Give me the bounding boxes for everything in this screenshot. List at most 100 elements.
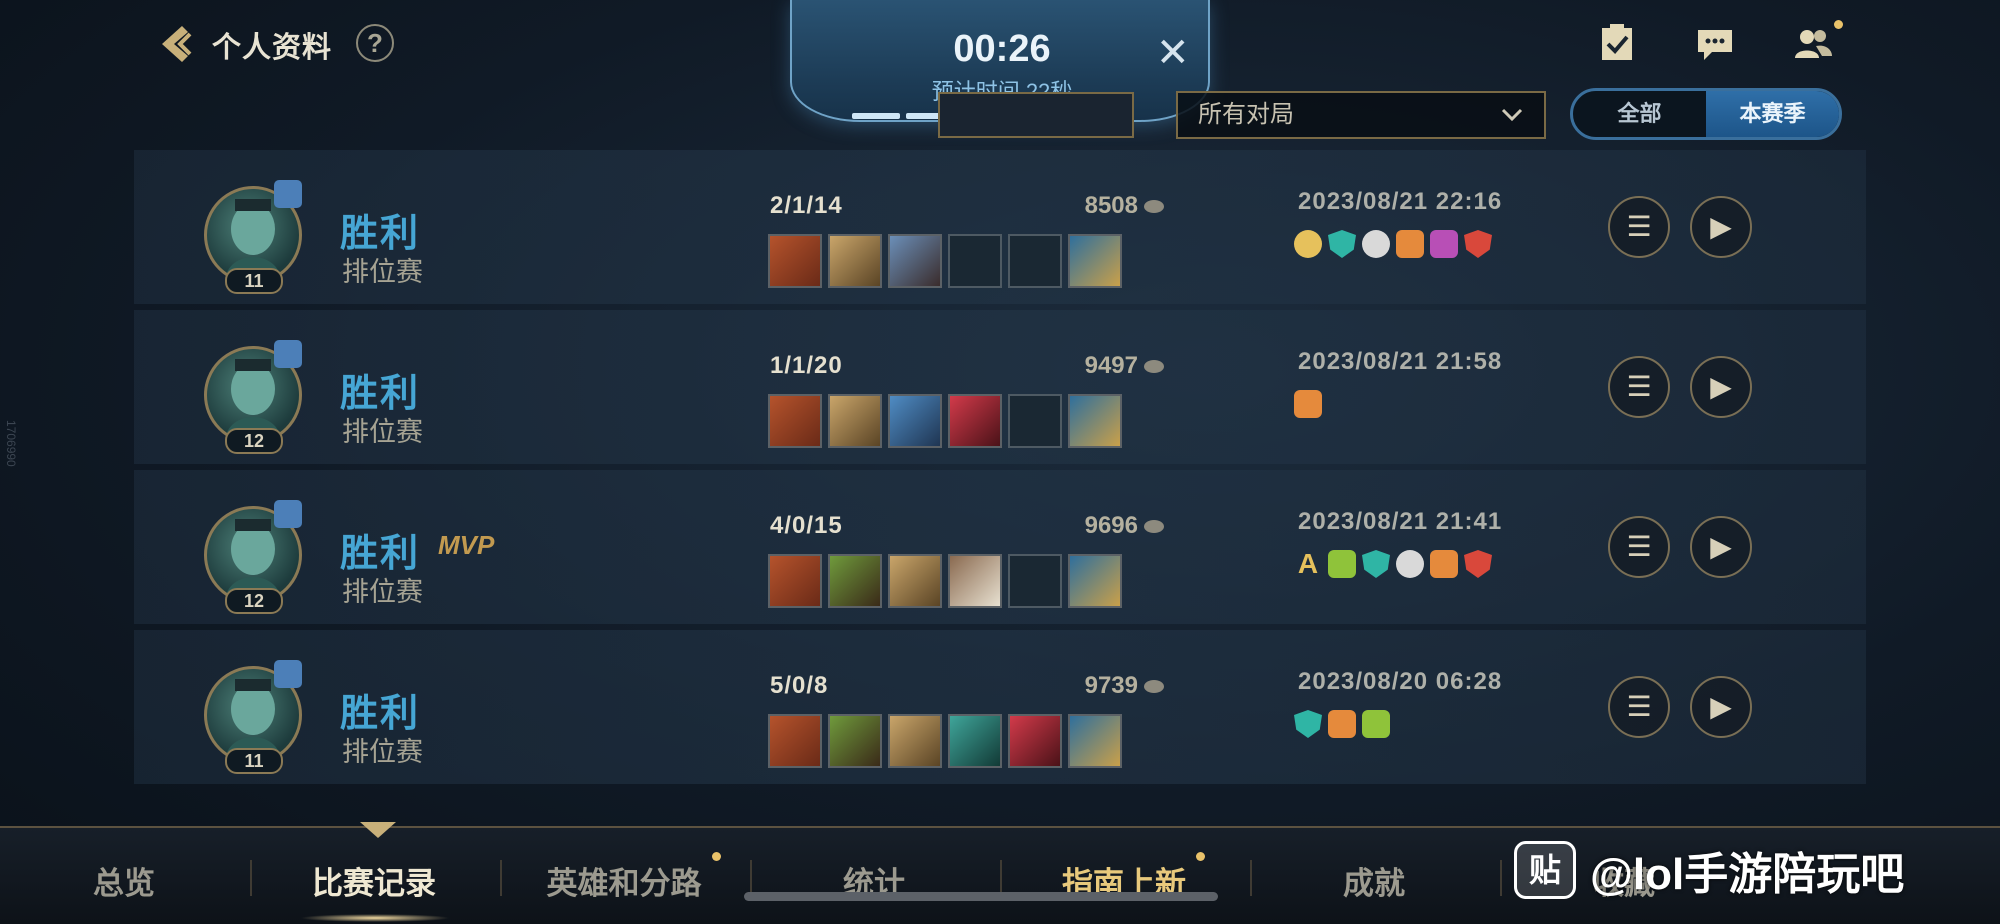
replay-play-icon[interactable]: ▶ [1690,516,1752,578]
match-row[interactable]: 12 胜利 MVP 排位赛 4/0/15 9696 2023/08/21 21:… [134,470,1866,624]
rating-a-tag: A [1297,548,1319,579]
match-result: 胜利 [340,533,421,575]
item-slot [828,394,882,448]
champion-level: 12 [225,588,283,614]
queue-timer: 00:26 [953,28,1051,70]
tab-achievements[interactable]: 成就 [1274,858,1474,903]
watermark-text: @lol手游陪玩吧 [1590,850,1905,899]
match-filter-select[interactable]: 所有对局 [1176,91,1546,139]
gold-value: 9497 [1084,352,1138,379]
gold-earned: 8508 [1024,192,1164,220]
boots-item-slot [1068,234,1122,288]
tab-divider [1000,860,1002,896]
tab-overview[interactable]: 总览 [24,858,224,903]
top-bar: 个人资料 ? 00:26 预计时间 22秒 ✕ 所有对局 全部 本赛季 [0,0,2000,140]
achievement-tags [1294,390,1322,418]
match-date: 2023/08/21 21:41 [1298,508,1503,535]
achievement-tags: A [1294,550,1492,578]
item-slot [828,554,882,608]
item-slot [888,714,942,768]
tag-icon [1430,550,1458,578]
details-list-icon[interactable]: ☰ [1608,196,1670,258]
tab-divider [250,860,252,896]
item-slot [768,554,822,608]
tab-champions-roles[interactable]: 英雄和分路 [524,858,724,903]
match-mode: 排位赛 [342,257,423,287]
gold-icon [1144,360,1164,374]
replay-play-icon[interactable]: ▶ [1690,356,1752,418]
item-slot-empty [1008,554,1062,608]
close-icon[interactable]: ✕ [1156,30,1190,76]
match-result: 胜利 [340,693,421,735]
match-mode: 排位赛 [342,737,423,767]
tab-divider [750,860,752,896]
gold-icon [1144,200,1164,214]
match-result: 胜利 [340,373,421,415]
tag-icon [1362,230,1390,258]
notification-dot [712,852,721,861]
segment-this-season[interactable]: 本赛季 [1706,91,1839,137]
gold-earned: 9739 [1024,672,1164,700]
flag-tag-icon [1328,550,1356,578]
gold-icon [1144,680,1164,694]
friends-icon[interactable] [1792,22,1834,64]
tag-icon [1396,550,1424,578]
notification-dot [1196,852,1205,861]
tag-icon [1396,230,1424,258]
notification-dot [1834,20,1843,29]
gold-value: 9739 [1084,672,1138,699]
match-date: 2023/08/20 06:28 [1298,668,1503,695]
chat-icon[interactable] [1694,22,1736,64]
gold-value: 9696 [1084,512,1138,539]
group-icon [274,340,302,368]
champion-level: 12 [225,428,283,454]
item-slot [768,394,822,448]
tab-match-history[interactable]: 比赛记录 [274,858,474,903]
tag-icon [1430,230,1458,258]
gold-value: 8508 [1084,192,1138,219]
item-slots [768,234,1122,288]
match-row[interactable]: 11 胜利 排位赛 5/0/8 9739 2023/08/20 06:28 ☰ … [134,630,1866,784]
gold-earned: 9497 [1024,352,1164,380]
item-slot [768,234,822,288]
replay-play-icon[interactable]: ▶ [1690,676,1752,738]
task-checklist-icon[interactable] [1596,22,1638,64]
match-mode: 排位赛 [342,577,423,607]
boots-item-slot [1068,554,1122,608]
match-row[interactable]: 12 胜利 排位赛 1/1/20 9497 2023/08/21 21:58 ☰… [134,310,1866,464]
champion-level: 11 [225,268,283,294]
help-icon[interactable]: ? [356,24,394,62]
match-result: 胜利 [340,213,421,255]
back-arrow-icon[interactable] [152,20,200,68]
details-list-icon[interactable]: ☰ [1608,516,1670,578]
item-slot [828,234,882,288]
horizontal-scrollbar[interactable] [744,892,1218,901]
match-date: 2023/08/21 21:58 [1298,348,1503,375]
tag-icon [1328,710,1356,738]
tag-icon [1294,230,1322,258]
match-row[interactable]: 11 胜利 排位赛 2/1/14 8508 2023/08/21 22:16 ☰… [134,150,1866,304]
kda: 5/0/8 [770,672,829,699]
item-slot-empty [1008,234,1062,288]
item-slot [1008,714,1062,768]
item-slot [948,554,1002,608]
active-tab-underline [300,914,450,922]
side-id-text: 1706990 [4,420,18,467]
history-button[interactable] [938,92,1134,138]
group-icon [274,180,302,208]
tag-icon [1464,550,1492,578]
tab-divider [1250,860,1252,896]
shield-tag-icon [1328,230,1356,258]
tag-icon [1362,710,1390,738]
replay-play-icon[interactable]: ▶ [1690,196,1752,258]
details-list-icon[interactable]: ☰ [1608,676,1670,738]
achievement-tags [1294,230,1492,258]
season-toggle[interactable]: 全部 本赛季 [1570,88,1842,140]
item-slot-empty [1008,394,1062,448]
kda: 2/1/14 [770,192,843,219]
match-date: 2023/08/21 22:16 [1298,188,1503,215]
segment-all[interactable]: 全部 [1573,91,1706,137]
details-list-icon[interactable]: ☰ [1608,356,1670,418]
watermark: 贴 @lol手游陪玩吧 [1514,840,1904,900]
match-filter-value: 所有对局 [1198,101,1294,128]
